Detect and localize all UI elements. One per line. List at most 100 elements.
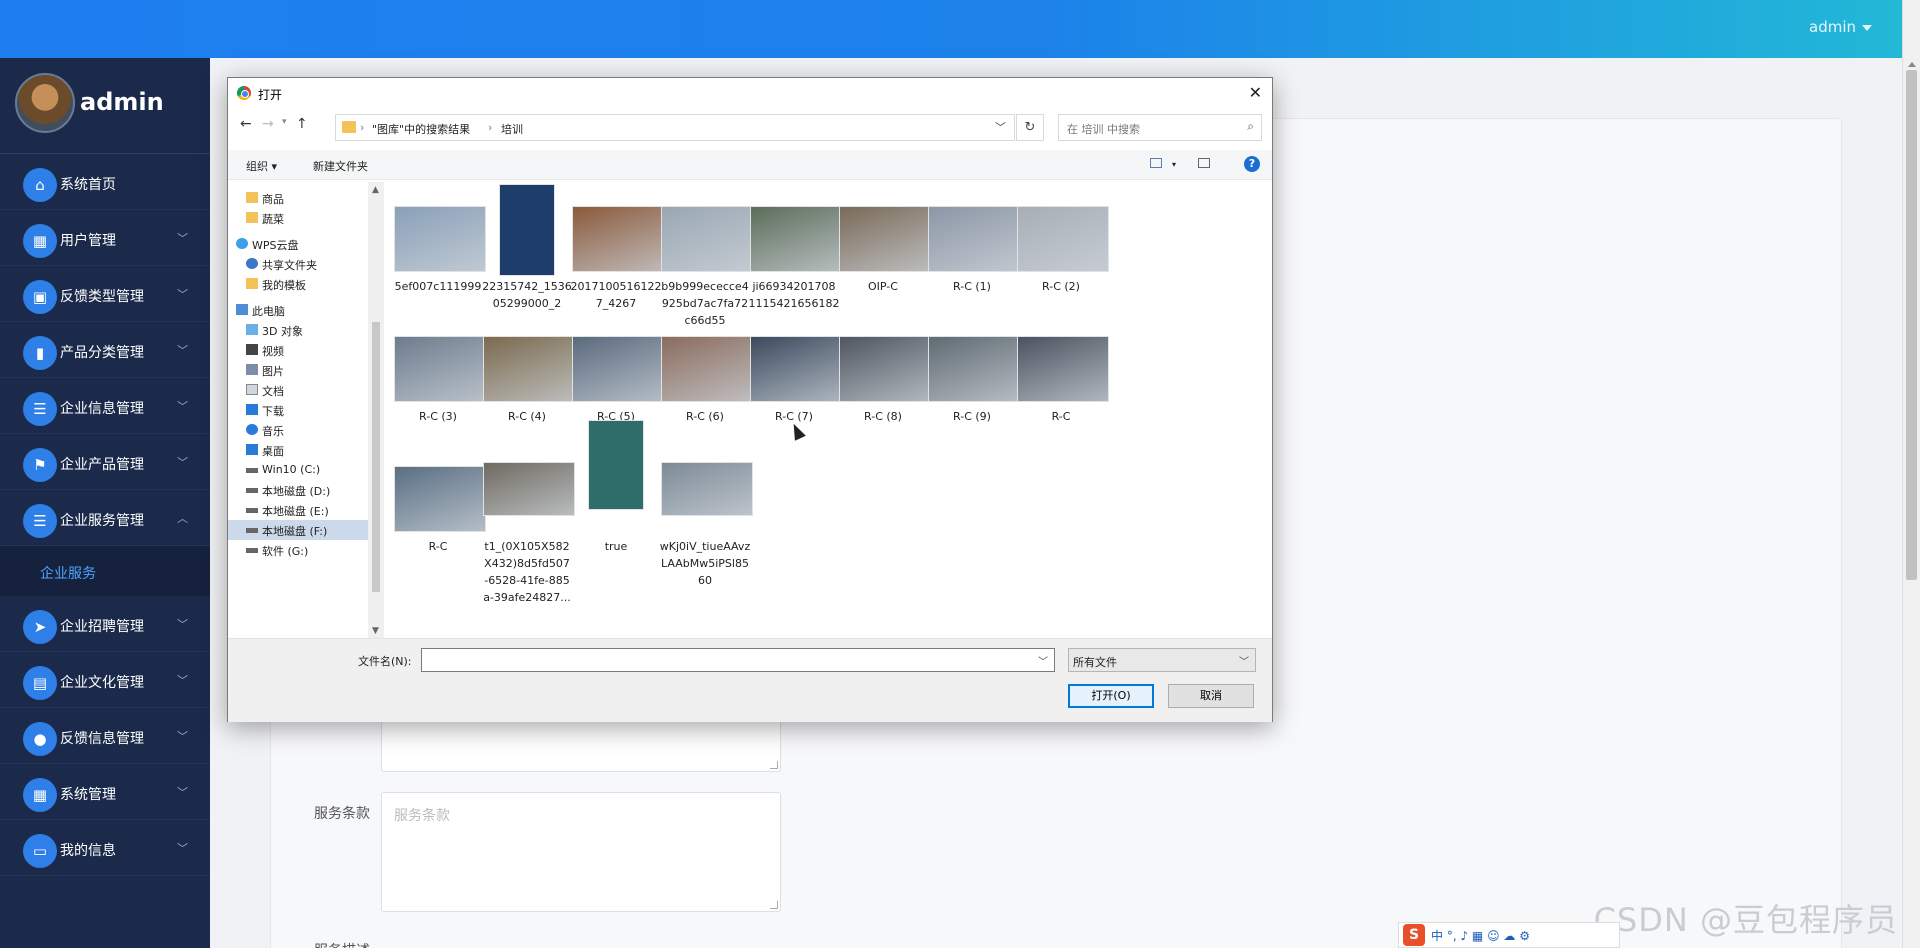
sidebar-item-label: 我的信息 xyxy=(60,843,116,859)
tree-item[interactable]: 商品 xyxy=(228,188,368,208)
help-icon[interactable]: ? xyxy=(1244,156,1260,172)
back-icon[interactable]: ← xyxy=(240,116,252,132)
file-thumbnail xyxy=(483,336,575,402)
video-icon xyxy=(246,344,258,355)
tree-item[interactable]: 视频 xyxy=(228,340,368,360)
folder-icon xyxy=(246,212,258,223)
tree-item[interactable]: 此电脑 xyxy=(228,300,368,320)
new-folder-button[interactable]: 新建文件夹 xyxy=(313,158,368,174)
tree-item[interactable]: 软件 (G:) xyxy=(228,540,368,560)
tree-item[interactable]: 桌面 xyxy=(228,440,368,460)
refresh-icon[interactable]: ↻ xyxy=(1016,114,1044,141)
sidebar-item-label: 反馈信息管理 xyxy=(60,731,144,747)
address-bar[interactable]: › "图库"中的搜索结果 › 培训 ﹀ xyxy=(335,114,1015,141)
sidebar-item[interactable]: ▦ 用户管理 ﹀ xyxy=(0,210,210,266)
scrollbar-thumb[interactable] xyxy=(372,322,380,592)
filetype-select[interactable]: 所有文件 ﹀ xyxy=(1068,648,1256,672)
chevron-down-icon: ﹀ xyxy=(1239,657,1249,668)
chevron-down-icon[interactable]: ▾ xyxy=(1172,160,1176,169)
sidebar-item[interactable]: ➤ 企业招聘管理 ﹀ xyxy=(0,596,210,652)
file-name-line: 5ef007c111999 xyxy=(394,280,482,293)
sidebar-item[interactable]: ● 反馈信息管理 ﹀ xyxy=(0,708,210,764)
breadcrumb-search[interactable]: "图库"中的搜索结果 xyxy=(372,121,470,137)
scroll-down-icon[interactable]: ▼ xyxy=(372,626,379,636)
tree-item[interactable]: 文档 xyxy=(228,380,368,400)
drive-icon xyxy=(246,468,258,473)
file-thumbnail xyxy=(572,336,664,402)
crumb-separator: › xyxy=(360,121,365,134)
tree-item[interactable]: 下载 xyxy=(228,400,368,420)
scroll-up-icon[interactable] xyxy=(1908,62,1916,67)
organize-button[interactable]: 组织 ▾ xyxy=(246,158,277,174)
file-name-line: R-C (2) xyxy=(1042,280,1080,293)
scrollbar-thumb[interactable] xyxy=(1906,70,1917,580)
sidebar-item[interactable]: ☰ 企业信息管理 ﹀ xyxy=(0,378,210,434)
close-icon[interactable]: ✕ xyxy=(1249,83,1262,102)
file-thumbnail xyxy=(661,336,753,402)
avatar xyxy=(15,73,75,133)
sidebar-item-label: 系统首页 xyxy=(60,177,116,193)
tree-item[interactable]: WPS云盘 xyxy=(228,234,368,254)
ime-toolbar[interactable]: S 中 °, ♪ ▦ ☺ ☁ ⚙ xyxy=(1398,922,1620,948)
sidebar-item[interactable]: ▤ 企业文化管理 ﹀ xyxy=(0,652,210,708)
chevron-down-icon[interactable]: ﹀ xyxy=(1038,653,1048,668)
tree-item[interactable]: 共享文件夹 xyxy=(228,254,368,274)
sidebar-item[interactable]: ⌂ 系统首页 xyxy=(0,154,210,210)
sidebar-item-label: 系统管理 xyxy=(60,787,116,803)
sidebar-item[interactable]: ⚑ 企业产品管理 ﹀ xyxy=(0,434,210,490)
sidebar-item[interactable]: ☰ 企业服务管理 ︿ xyxy=(0,490,210,546)
sidebar-item-label: 产品分类管理 xyxy=(60,345,144,361)
tree-scrollbar[interactable]: ▲ ▼ xyxy=(368,182,384,638)
history-down-icon[interactable]: ▾ xyxy=(282,117,287,127)
file-name-line: R-C xyxy=(1051,410,1071,423)
ime-mode[interactable]: 中 °, ♪ ▦ ☺ ☁ ⚙ xyxy=(1431,927,1530,944)
preview-pane-icon[interactable] xyxy=(1198,158,1210,168)
page-scrollbar[interactable] xyxy=(1902,0,1920,948)
tree-item[interactable]: Win10 (C:) xyxy=(228,460,368,480)
open-button[interactable]: 打开(O) xyxy=(1068,684,1154,708)
cancel-button[interactable]: 取消 xyxy=(1168,684,1254,708)
tree-item[interactable]: 音乐 xyxy=(228,420,368,440)
resize-grip-icon[interactable] xyxy=(770,901,778,909)
dialog-title: 打开 xyxy=(258,88,283,102)
tree-item-label: 本地磁盘 (F:) xyxy=(262,525,328,538)
chevron-icon: ﹀ xyxy=(177,232,188,245)
up-icon[interactable]: ↑ xyxy=(296,116,308,132)
sidebar-item[interactable]: ▣ 反馈类型管理 ﹀ xyxy=(0,266,210,322)
grid-icon: ▦ xyxy=(23,224,57,258)
user-menu[interactable]: admin xyxy=(1809,18,1872,36)
chevron-icon: ﹀ xyxy=(177,618,188,631)
tree-item-label: 共享文件夹 xyxy=(262,259,317,272)
sogou-icon[interactable]: S xyxy=(1403,924,1425,946)
chevron-icon: ﹀ xyxy=(177,842,188,855)
tree-item[interactable]: 本地磁盘 (E:) xyxy=(228,500,368,520)
filename-input[interactable]: ﹀ xyxy=(421,648,1055,672)
tree-item[interactable]: 本地磁盘 (D:) xyxy=(228,480,368,500)
resize-grip-icon[interactable] xyxy=(770,761,778,769)
sidebar-subitem[interactable]: 企业服务 xyxy=(0,546,210,596)
tree-item[interactable]: 图片 xyxy=(228,360,368,380)
file-name-line: 925bd7ac7fa72 xyxy=(661,297,749,310)
service-terms-textarea[interactable]: 服务条款 xyxy=(381,792,781,912)
scroll-up-icon[interactable]: ▲ xyxy=(372,185,379,195)
sidebar-item-label: 反馈类型管理 xyxy=(60,289,144,305)
dialog-titlebar[interactable]: 打开 ✕ xyxy=(228,78,1272,108)
file-name-line: a-39afe24827... xyxy=(483,591,571,604)
search-icon[interactable]: ⌕ xyxy=(1247,119,1254,134)
search-box[interactable]: 在 培训 中搜索 ⌕ xyxy=(1058,114,1262,141)
sidebar-item[interactable]: ▦ 系统管理 ﹀ xyxy=(0,764,210,820)
file-name-line: c66d55 xyxy=(684,314,726,327)
breadcrumb-folder[interactable]: 培训 xyxy=(501,121,523,137)
file-name-line: 05299000_2 xyxy=(492,297,562,310)
tree-item[interactable]: 蔬菜 xyxy=(228,208,368,228)
sidebar-item[interactable]: ▮ 产品分类管理 ﹀ xyxy=(0,322,210,378)
view-mode-icon[interactable] xyxy=(1150,158,1162,168)
dialog-toolbar: 组织 ▾ 新建文件夹 ▾ ? xyxy=(228,150,1272,180)
tree-item[interactable]: 本地磁盘 (F:) xyxy=(228,520,368,540)
chevron-down-icon[interactable]: ﹀ xyxy=(995,119,1006,135)
forward-icon[interactable]: → xyxy=(262,116,274,132)
sidebar-item-label: 企业产品管理 xyxy=(60,457,144,473)
tree-item[interactable]: 3D 对象 xyxy=(228,320,368,340)
sidebar-item[interactable]: ▭ 我的信息 ﹀ xyxy=(0,820,210,876)
tree-item[interactable]: 我的模板 xyxy=(228,274,368,294)
